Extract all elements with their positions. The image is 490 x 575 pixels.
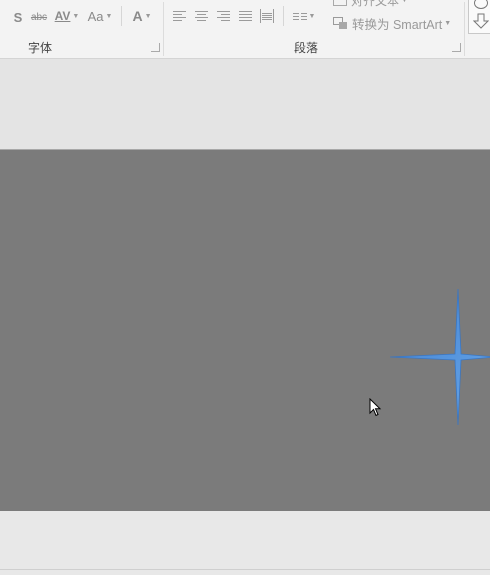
oval-shape-icon[interactable] [474,0,488,9]
chevron-down-icon: ▼ [72,12,80,20]
font-color-button[interactable]: A ▼ [127,6,157,26]
distributed-icon [260,9,274,23]
divider [283,6,284,26]
align-text-icon [333,0,347,6]
chevron-down-icon: ▼ [308,12,316,20]
font-group-label: 字体 [28,41,53,55]
mouse-cursor-icon [369,398,382,417]
status-bar-divider [0,569,490,570]
align-text-label: 对齐文本 [351,0,400,8]
smartart-icon [333,16,348,30]
strikethrough-button[interactable]: abc [30,8,48,26]
workspace-background [0,59,490,149]
paragraph-dialog-launcher[interactable] [452,43,461,52]
align-left-icon [172,9,186,23]
convert-to-smartart-button[interactable]: 转换为 SmartArt ▼ [333,14,451,32]
slide-canvas[interactable] [0,149,490,512]
divider [121,6,122,26]
shapes-gallery[interactable] [468,0,490,34]
chevron-down-icon: ▼ [444,19,452,27]
font-dialog-launcher[interactable] [151,43,160,52]
align-center-button[interactable] [193,8,209,24]
divider [464,2,465,56]
align-right-icon [216,9,230,23]
character-spacing-icon: AV [54,9,71,23]
font-color-icon: A [132,8,143,24]
chevron-down-icon: ▼ [144,12,152,20]
change-case-icon: Aa [87,8,104,24]
paragraph-group-label: 段落 [294,41,319,55]
align-center-icon [194,9,208,23]
justify-button[interactable] [237,8,253,24]
align-text-button[interactable]: 对齐文本 ▼ [333,0,408,8]
chevron-down-icon: ▼ [401,0,408,4]
columns-button[interactable]: ▼ [289,7,319,25]
smartart-label: 转换为 SmartArt [352,17,443,32]
down-arrow-shape-icon[interactable] [472,13,490,29]
align-left-button[interactable] [171,8,187,24]
divider [163,2,164,56]
character-spacing-button[interactable]: AV ▼ [52,6,82,26]
align-right-button[interactable] [215,8,231,24]
columns-icon [292,9,307,23]
change-case-button[interactable]: Aa ▼ [84,6,116,26]
text-shadow-button[interactable]: S [10,8,26,26]
four-point-star-shape[interactable] [385,284,490,444]
distributed-button[interactable] [258,7,276,25]
chevron-down-icon: ▼ [105,12,113,20]
justify-icon [238,9,252,23]
workspace-background-bottom [0,511,490,575]
ribbon: S abc AV ▼ Aa ▼ A ▼ 字体 ▼ 对齐文本 ▼ 转换为 Smar… [0,0,490,59]
